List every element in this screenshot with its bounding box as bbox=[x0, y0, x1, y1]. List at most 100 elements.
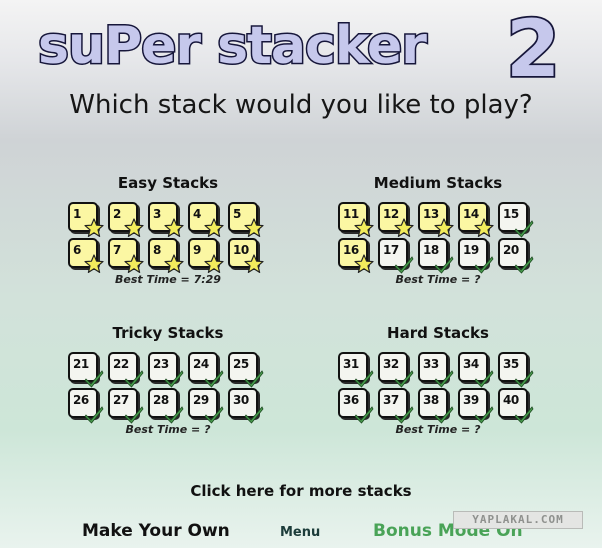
star-icon bbox=[244, 254, 264, 273]
level-tile-3[interactable]: 3 bbox=[148, 202, 184, 237]
level-tile-5[interactable]: 5 bbox=[228, 202, 264, 237]
star-icon bbox=[474, 218, 494, 237]
level-tile-18[interactable]: 18 bbox=[418, 238, 454, 274]
level-tile-37[interactable]: 37 bbox=[378, 388, 414, 424]
check-icon bbox=[124, 406, 144, 424]
level-tile-15[interactable]: 15 bbox=[498, 202, 534, 238]
logo-number: 2 bbox=[506, 5, 560, 92]
check-icon bbox=[474, 370, 494, 388]
more-stacks-link[interactable]: Click here for more stacks bbox=[0, 482, 602, 500]
level-number: 9 bbox=[193, 243, 201, 257]
check-icon bbox=[474, 406, 494, 424]
star-icon bbox=[84, 254, 104, 273]
group-title: Medium Stacks bbox=[373, 174, 503, 192]
level-tile-16[interactable]: 16 bbox=[338, 238, 374, 273]
star-icon bbox=[164, 218, 184, 237]
level-tile-34[interactable]: 34 bbox=[458, 352, 494, 388]
best-time: Best Time = ? bbox=[395, 423, 481, 436]
check-icon bbox=[394, 370, 414, 388]
check-icon bbox=[354, 370, 374, 388]
check-icon bbox=[204, 370, 224, 388]
group-tricky-stacks: Tricky Stacks 21 22 23 24 25 26 27 28 29 30 Best … bbox=[68, 322, 268, 436]
level-tile-30[interactable]: 30 bbox=[228, 388, 264, 424]
level-number: 5 bbox=[233, 207, 241, 221]
check-icon bbox=[204, 406, 224, 424]
level-tile-4[interactable]: 4 bbox=[188, 202, 224, 237]
group-title: Easy Stacks bbox=[117, 174, 219, 192]
level-tile-36[interactable]: 36 bbox=[338, 388, 374, 424]
level-tile-25[interactable]: 25 bbox=[228, 352, 264, 388]
level-tile-28[interactable]: 28 bbox=[148, 388, 184, 424]
check-icon bbox=[394, 256, 414, 274]
check-icon bbox=[84, 406, 104, 424]
check-icon bbox=[84, 370, 104, 388]
star-icon bbox=[204, 254, 224, 273]
level-grid: 11 12 13 14 15 16 17 18 19 20 bbox=[338, 202, 538, 274]
check-icon bbox=[514, 220, 534, 238]
star-icon bbox=[204, 218, 224, 237]
star-icon bbox=[354, 254, 374, 273]
level-tile-8[interactable]: 8 bbox=[148, 238, 184, 273]
level-tile-7[interactable]: 7 bbox=[108, 238, 144, 273]
level-tile-1[interactable]: 1 bbox=[68, 202, 104, 237]
level-grid: 31 32 33 34 35 36 37 38 39 40 bbox=[338, 352, 538, 424]
level-number: 8 bbox=[153, 243, 161, 257]
check-icon bbox=[434, 406, 454, 424]
group-title: Tricky Stacks bbox=[112, 324, 224, 342]
menu-button[interactable]: Menu bbox=[280, 525, 320, 540]
level-tile-21[interactable]: 21 bbox=[68, 352, 104, 388]
group-easy-stacks: Easy Stacks 1 2 3 4 5 6 7 8 9 10 Best Time = 7:29 bbox=[68, 172, 268, 286]
level-tile-38[interactable]: 38 bbox=[418, 388, 454, 424]
level-tile-35[interactable]: 35 bbox=[498, 352, 534, 388]
level-tile-12[interactable]: 12 bbox=[378, 202, 414, 237]
level-number: 2 bbox=[113, 207, 121, 221]
level-tile-14[interactable]: 14 bbox=[458, 202, 494, 237]
level-tile-40[interactable]: 40 bbox=[498, 388, 534, 424]
level-tile-11[interactable]: 11 bbox=[338, 202, 374, 237]
level-tile-29[interactable]: 29 bbox=[188, 388, 224, 424]
level-tile-2[interactable]: 2 bbox=[108, 202, 144, 237]
group-title: Hard Stacks bbox=[387, 324, 489, 342]
level-tile-17[interactable]: 17 bbox=[378, 238, 414, 274]
level-number: 1 bbox=[73, 207, 81, 221]
level-tile-19[interactable]: 19 bbox=[458, 238, 494, 274]
level-number: 7 bbox=[113, 243, 121, 257]
level-tile-31[interactable]: 31 bbox=[338, 352, 374, 388]
level-tile-33[interactable]: 33 bbox=[418, 352, 454, 388]
level-tile-32[interactable]: 32 bbox=[378, 352, 414, 388]
star-icon bbox=[244, 218, 264, 237]
group-medium-stacks: Medium Stacks 11 12 13 14 15 16 17 18 19 20 Best … bbox=[338, 172, 538, 286]
star-icon bbox=[434, 218, 454, 237]
level-tile-23[interactable]: 23 bbox=[148, 352, 184, 388]
star-icon bbox=[354, 218, 374, 237]
level-tile-20[interactable]: 20 bbox=[498, 238, 534, 274]
level-tile-13[interactable]: 13 bbox=[418, 202, 454, 237]
check-icon bbox=[354, 406, 374, 424]
level-tile-10[interactable]: 10 bbox=[228, 238, 264, 273]
check-icon bbox=[394, 406, 414, 424]
check-icon bbox=[434, 370, 454, 388]
level-tile-26[interactable]: 26 bbox=[68, 388, 104, 424]
logo-title: suPer stacker bbox=[38, 16, 427, 76]
level-number: 6 bbox=[73, 243, 81, 257]
make-your-own-button[interactable]: Make Your Own bbox=[82, 521, 230, 541]
level-tile-6[interactable]: 6 bbox=[68, 238, 104, 273]
check-icon bbox=[434, 256, 454, 274]
page-subtitle: Which stack would you like to play? bbox=[69, 90, 533, 120]
star-icon bbox=[124, 218, 144, 237]
check-icon bbox=[244, 370, 264, 388]
best-time: Best Time = 7:29 bbox=[115, 273, 221, 286]
level-grid: 21 22 23 24 25 26 27 28 29 30 bbox=[68, 352, 268, 424]
level-tile-24[interactable]: 24 bbox=[188, 352, 224, 388]
best-time: Best Time = ? bbox=[395, 273, 481, 286]
star-icon bbox=[394, 218, 414, 237]
level-tile-39[interactable]: 39 bbox=[458, 388, 494, 424]
check-icon bbox=[474, 256, 494, 274]
level-tile-9[interactable]: 9 bbox=[188, 238, 224, 273]
game-logo: suPer stacker 2 bbox=[0, 0, 602, 92]
check-icon bbox=[164, 406, 184, 424]
level-tile-27[interactable]: 27 bbox=[108, 388, 144, 424]
level-tile-22[interactable]: 22 bbox=[108, 352, 144, 388]
watermark: YAPLAKAL.COM bbox=[453, 511, 583, 529]
star-icon bbox=[84, 218, 104, 237]
